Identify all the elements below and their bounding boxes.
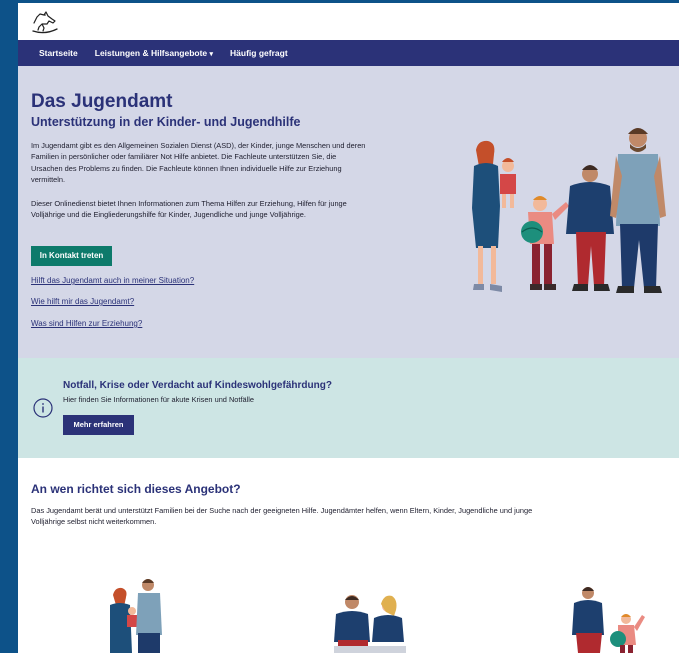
family-illustration xyxy=(472,128,666,293)
chevron-down-icon: ▾ xyxy=(209,51,214,58)
hero-paragraph-asd: Im Jugendamt gibt es den Allgemeinen Soz… xyxy=(31,141,366,184)
section-title: An wen richtet sich dieses Angebot? xyxy=(31,482,241,496)
page-title: Das Jugendamt xyxy=(31,91,173,112)
header xyxy=(18,0,679,40)
info-icon xyxy=(33,398,53,418)
page-subtitle: Unterstützung in der Kinder- und Jugendh… xyxy=(31,115,301,129)
couple-illustration xyxy=(334,595,406,653)
mehr-erfahren-button[interactable]: Mehr erfahren xyxy=(63,415,134,435)
nav-item-leistungen[interactable]: Leistungen & Hilfsangebote ▾ xyxy=(95,48,213,58)
link-hilfen-erziehung[interactable]: Was sind Hilfen zur Erziehung? xyxy=(31,319,142,328)
emergency-title: Notfall, Krise oder Verdacht auf Kindesw… xyxy=(63,380,332,391)
nav-item-startseite[interactable]: Startseite xyxy=(39,48,78,58)
main-navigation: Startseite Leistungen & Hilfsangebote ▾ … xyxy=(18,40,679,66)
emergency-notice: Notfall, Krise oder Verdacht auf Kindesw… xyxy=(18,358,679,458)
page: Startseite Leistungen & Hilfsangebote ▾ … xyxy=(18,0,679,653)
link-wie-hilft[interactable]: Wie hilft mir das Jugendamt? xyxy=(31,297,134,306)
rocking-horse-logo[interactable] xyxy=(30,9,60,35)
parent-child-illustration xyxy=(572,587,645,653)
hero-paragraph-onlinedienst: Dieser Onlinedienst bietet Ihnen Informa… xyxy=(31,199,347,220)
emergency-text: Hier finden Sie Informationen für akute … xyxy=(63,395,255,404)
family-illustration-small xyxy=(110,579,162,653)
link-hilft-jugendamt[interactable]: Hilft das Jugendamt auch in meiner Situa… xyxy=(31,276,194,285)
hero-section: Das Jugendamt Unterstützung in der Kinde… xyxy=(18,66,679,358)
nav-item-haeufig-gefragt[interactable]: Häufig gefragt xyxy=(230,48,288,58)
nav-item-leistungen-label: Leistungen & Hilfsangebote xyxy=(94,48,208,58)
section-text: Das Jugendamt berät und unterstützt Fami… xyxy=(31,506,533,526)
contact-button[interactable]: In Kontakt treten xyxy=(31,246,112,266)
